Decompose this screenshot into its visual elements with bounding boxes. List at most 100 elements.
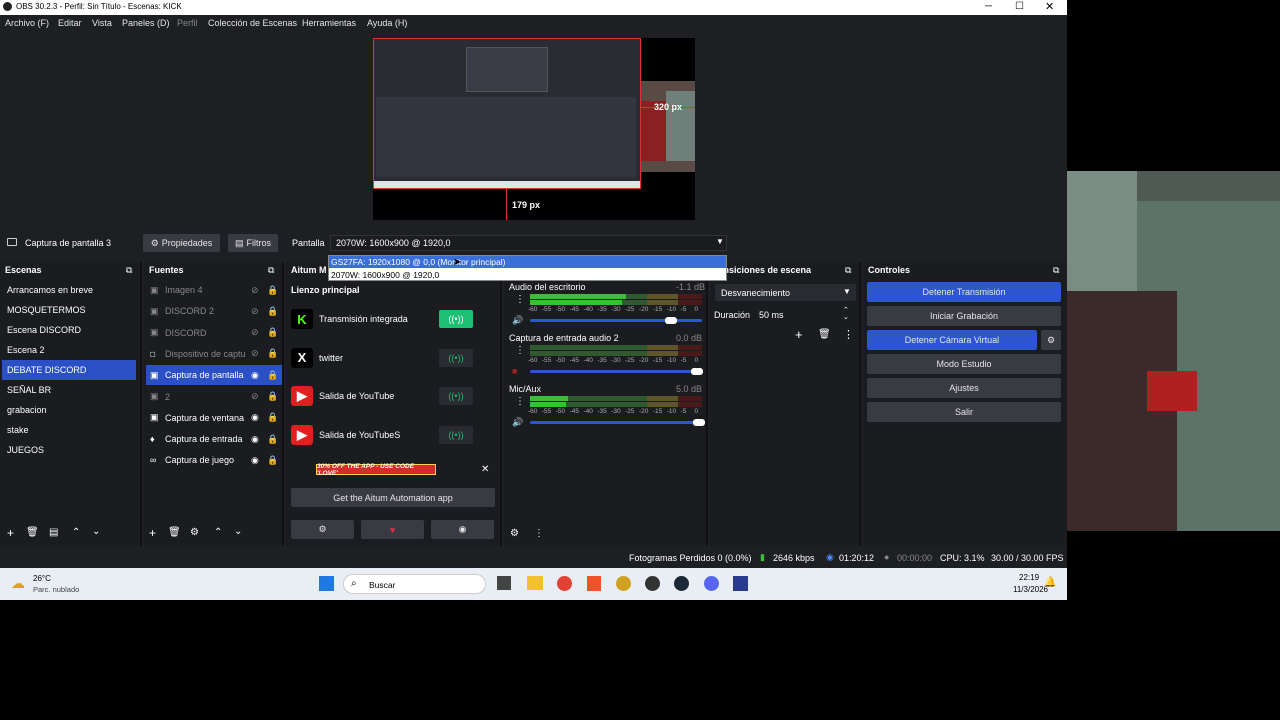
eye-closed-icon[interactable]: ⊘ bbox=[251, 348, 265, 359]
settings-button[interactable]: Ajustes bbox=[867, 378, 1061, 398]
app-icon[interactable] bbox=[616, 576, 631, 591]
eye-icon[interactable]: ◉ bbox=[251, 370, 265, 381]
promo-banner[interactable]: 30% OFF THE APP - USE CODE 'LOVE' bbox=[316, 463, 436, 477]
lock-icon[interactable]: 🔒 bbox=[267, 434, 278, 445]
more-icon[interactable]: ⋮ bbox=[515, 294, 525, 305]
menu-editar[interactable]: Editar bbox=[58, 18, 82, 28]
scene-item[interactable]: grabacion bbox=[2, 400, 136, 420]
chrome-icon[interactable] bbox=[557, 576, 572, 591]
trash-icon[interactable]: 🗑 bbox=[26, 527, 39, 538]
scene-item[interactable]: JUEGOS bbox=[2, 440, 136, 460]
move-up-icon[interactable]: ⌃ bbox=[72, 527, 80, 538]
transition-select[interactable]: Desvanecimiento ▼ bbox=[715, 284, 856, 301]
menu-paneles[interactable]: Paneles (D) bbox=[122, 18, 170, 28]
app2-icon[interactable] bbox=[733, 576, 748, 591]
source-item[interactable]: ◘ Dispositivo de captu ⊘ 🔒 bbox=[146, 344, 282, 364]
selected-source-frame[interactable] bbox=[373, 38, 641, 189]
volume-slider[interactable] bbox=[530, 370, 702, 373]
windows-start-icon[interactable] bbox=[319, 576, 334, 591]
more-icon[interactable]: ⋮ bbox=[843, 328, 854, 341]
lock-icon[interactable]: 🔒 bbox=[267, 455, 278, 466]
stop-virtual-camera-button[interactable]: Detener Cámara Virtual bbox=[867, 330, 1037, 350]
add-icon[interactable]: + bbox=[795, 327, 803, 342]
lock-icon[interactable]: 🔒 bbox=[267, 348, 278, 359]
menu-coleccion[interactable]: Colección de Escenas bbox=[208, 18, 297, 28]
more-icon[interactable]: ⋮ bbox=[515, 345, 525, 356]
source-item[interactable]: ▣ Captura de ventana ◉ 🔒 bbox=[146, 408, 282, 428]
lock-icon[interactable]: 🔒 bbox=[267, 327, 278, 338]
source-item[interactable]: ∞ Captura de juego ◉ 🔒 bbox=[146, 450, 282, 470]
display-select[interactable]: 2070W: 1600x900 @ 1920,0 ▼ bbox=[330, 235, 727, 251]
scene-item[interactable]: Escena 2 bbox=[2, 340, 136, 360]
minimize-icon[interactable]: ─ bbox=[985, 1, 992, 12]
source-item[interactable]: ▣ DISCORD 2 ⊘ 🔒 bbox=[146, 301, 282, 321]
muted-icon[interactable]: ■ bbox=[512, 366, 517, 376]
start-recording-button[interactable]: Iniciar Grabación bbox=[867, 306, 1061, 326]
lock-icon[interactable]: 🔒 bbox=[267, 370, 278, 381]
source-item[interactable]: ♦ Captura de entrada ◉ 🔒 bbox=[146, 429, 282, 449]
filters-button[interactable]: ▤ Filtros bbox=[228, 234, 278, 252]
eye-closed-icon[interactable]: ⊘ bbox=[251, 327, 265, 338]
scene-item[interactable]: stake bbox=[2, 420, 136, 440]
maximize-icon[interactable]: ☐ bbox=[1015, 1, 1024, 12]
virtual-camera-settings-button[interactable]: ⚙ bbox=[1041, 330, 1061, 350]
aitum-donate-button[interactable]: ♥ bbox=[361, 520, 424, 539]
scene-item[interactable]: SEÑAL BR bbox=[2, 380, 136, 400]
duration-input[interactable]: 50 ms ⌃ ⌄ bbox=[755, 306, 855, 323]
obs-icon[interactable] bbox=[645, 576, 660, 591]
close-icon[interactable]: ✕ bbox=[481, 464, 489, 475]
file-explorer-icon[interactable] bbox=[527, 576, 543, 590]
get-aitum-button[interactable]: Get the Aitum Automation app bbox=[291, 488, 495, 507]
trash-icon[interactable]: 🗑 bbox=[818, 329, 831, 340]
add-icon[interactable]: + bbox=[7, 526, 14, 540]
steam-icon[interactable] bbox=[674, 576, 689, 591]
volume-slider-handle[interactable] bbox=[665, 317, 678, 324]
discord-icon[interactable] bbox=[704, 576, 719, 591]
speaker-icon[interactable]: 🔊 bbox=[512, 417, 523, 428]
gear-icon[interactable]: ⚙ bbox=[510, 528, 519, 539]
scene-item[interactable]: DEBATE DISCORD bbox=[2, 360, 136, 380]
undock-icon[interactable]: ⧉ bbox=[1053, 265, 1059, 276]
more-icon[interactable]: ⋮ bbox=[515, 396, 525, 407]
filter-icon[interactable]: ▤ bbox=[49, 527, 58, 538]
gear-icon[interactable]: ⚙ bbox=[190, 527, 199, 538]
output-toggle[interactable]: ((•)) bbox=[439, 348, 473, 367]
source-item[interactable]: ▣ 2 ⊘ 🔒 bbox=[146, 387, 282, 407]
volume-slider-handle[interactable] bbox=[692, 419, 705, 426]
output-toggle[interactable]: ((•)) bbox=[439, 426, 473, 445]
eye-icon[interactable]: ◉ bbox=[251, 455, 265, 466]
move-down-icon[interactable]: ⌄ bbox=[92, 526, 100, 537]
properties-button[interactable]: ⚙ Propiedades bbox=[143, 234, 220, 252]
lock-icon[interactable]: 🔒 bbox=[267, 306, 278, 317]
aitum-chat-button[interactable]: ◉ bbox=[431, 520, 494, 539]
more-icon[interactable]: ⋮ bbox=[534, 528, 544, 539]
aitum-settings-button[interactable]: ⚙ bbox=[291, 520, 354, 539]
undock-icon[interactable]: ⧉ bbox=[126, 265, 132, 276]
scene-item[interactable]: Arrancamos en breve bbox=[2, 280, 136, 300]
eye-icon[interactable]: ◉ bbox=[251, 412, 265, 423]
output-toggle[interactable]: ((•)) bbox=[439, 387, 473, 406]
move-down-icon[interactable]: ⌄ bbox=[234, 526, 242, 537]
eye-closed-icon[interactable]: ⊘ bbox=[251, 306, 265, 317]
volume-slider-handle[interactable] bbox=[690, 368, 703, 375]
dropdown-option-monitor-principal[interactable]: GS27FA: 1920x1080 @ 0,0 (Monitor princip… bbox=[329, 256, 726, 268]
eye-icon[interactable]: ◉ bbox=[251, 434, 265, 445]
menu-archivo[interactable]: Archivo (F) bbox=[5, 18, 49, 28]
notification-icon[interactable]: 🔔 bbox=[1044, 577, 1056, 588]
output-toggle[interactable]: ((•)) bbox=[439, 310, 473, 328]
undock-icon[interactable]: ⧉ bbox=[268, 265, 274, 276]
trash-icon[interactable]: 🗑 bbox=[168, 527, 181, 538]
preview-area[interactable]: 320 px 179 px bbox=[0, 31, 1067, 226]
lock-icon[interactable]: 🔒 bbox=[267, 412, 278, 423]
eye-closed-icon[interactable]: ⊘ bbox=[251, 285, 265, 296]
lock-icon[interactable]: 🔒 bbox=[267, 285, 278, 296]
stop-stream-button[interactable]: Detener Transmisión bbox=[867, 282, 1061, 302]
exit-button[interactable]: Salir bbox=[867, 402, 1061, 422]
source-item[interactable]: ▣ Imagen 4 ⊘ 🔒 bbox=[146, 280, 282, 300]
dropdown-option-2070w[interactable]: 2070W: 1600x900 @ 1920,0 bbox=[329, 269, 726, 281]
speaker-icon[interactable]: 🔊 bbox=[512, 315, 523, 326]
volume-slider[interactable] bbox=[530, 421, 702, 424]
menu-vista[interactable]: Vista bbox=[92, 18, 112, 28]
scene-item[interactable]: Escena DISCORD bbox=[2, 320, 136, 340]
taskbar-search[interactable]: ⌕ Buscar bbox=[343, 574, 486, 594]
